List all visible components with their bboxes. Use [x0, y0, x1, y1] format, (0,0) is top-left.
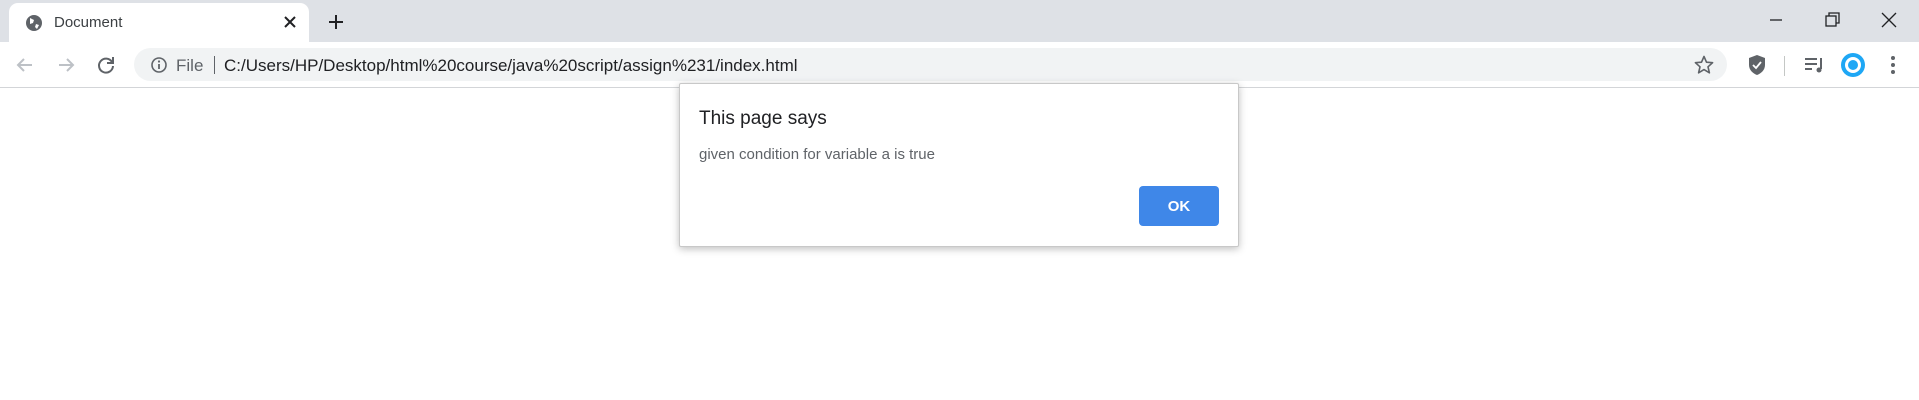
url-text[interactable]: C:/Users/HP/Desktop/html%20course/java%2… — [224, 56, 798, 76]
tab-close-icon[interactable] — [279, 11, 301, 33]
forward-icon[interactable] — [53, 52, 79, 78]
alert-dialog: This page says given condition for varia… — [679, 83, 1239, 247]
info-icon[interactable] — [150, 56, 168, 74]
url-separator — [214, 56, 215, 74]
profile-avatar-icon[interactable] — [1840, 52, 1866, 78]
url-scheme-label: File — [176, 56, 204, 75]
minimize-icon[interactable] — [1764, 8, 1788, 32]
back-icon[interactable] — [12, 52, 38, 78]
browser-tab[interactable]: Document — [9, 3, 309, 42]
ok-button[interactable]: OK — [1139, 186, 1219, 226]
dialog-title: This page says — [699, 108, 827, 129]
restore-icon[interactable] — [1820, 8, 1844, 32]
browser-toolbar: File C:/Users/HP/Desktop/html%20course/j… — [0, 42, 1919, 88]
tab-strip: Document — [0, 0, 1919, 42]
star-icon[interactable] — [1693, 54, 1715, 76]
tab-title: Document — [54, 14, 123, 31]
new-tab-plus-icon[interactable] — [324, 10, 348, 34]
media-queue-icon[interactable] — [1801, 52, 1827, 78]
reload-icon[interactable] — [93, 52, 119, 78]
address-bar[interactable]: File C:/Users/HP/Desktop/html%20course/j… — [134, 48, 1727, 81]
menu-icon[interactable] — [1880, 52, 1906, 78]
dialog-message: given condition for variable a is true — [699, 146, 935, 163]
toolbar-divider — [1784, 56, 1785, 76]
globe-icon — [26, 15, 42, 31]
shield-extension-icon[interactable] — [1744, 52, 1770, 78]
window-close-icon[interactable] — [1877, 8, 1901, 32]
